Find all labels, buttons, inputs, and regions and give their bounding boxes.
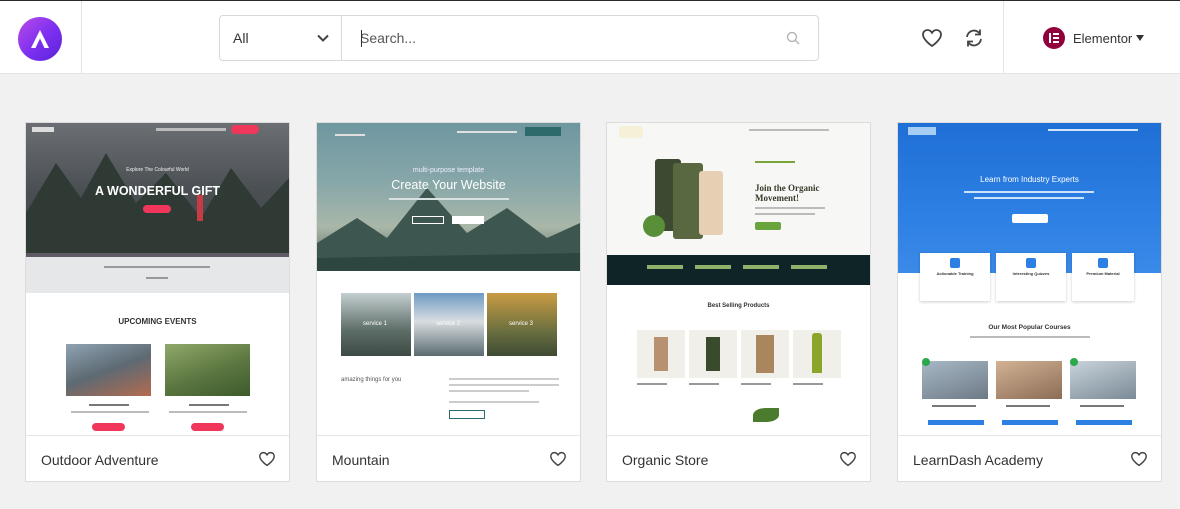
preview-headline: Create Your Website xyxy=(391,178,506,192)
preview-feature-title: Premium Material xyxy=(1086,271,1120,276)
preview-headline: Learn from Industry Experts xyxy=(980,175,1079,184)
template-title[interactable]: LearnDash Academy xyxy=(913,452,1043,468)
heart-icon[interactable] xyxy=(258,451,276,467)
template-card-organic-store[interactable]: Join the Organic Movement! Best Selling … xyxy=(606,122,871,482)
sync-icon[interactable] xyxy=(963,27,985,49)
preview-tile-label: service 1 xyxy=(363,321,388,327)
astra-logo-icon[interactable] xyxy=(18,17,62,61)
preview-feature-title: Interesting Quizzes xyxy=(1012,271,1050,276)
template-preview[interactable]: Explore The Colourful World A WONDERFUL … xyxy=(26,123,289,435)
template-preview[interactable]: Join the Organic Movement! Best Selling … xyxy=(607,123,870,435)
template-title[interactable]: Organic Store xyxy=(622,452,708,468)
preview-section-title: Best Selling Products xyxy=(707,303,770,309)
preview-headline: A WONDERFUL GIFT xyxy=(95,184,220,198)
header-divider xyxy=(1003,1,1004,74)
heart-icon[interactable] xyxy=(839,451,857,467)
category-select[interactable]: All xyxy=(220,16,342,60)
preview-feature-title: Actionable Training xyxy=(936,271,974,276)
logo-area xyxy=(0,1,82,74)
card-footer: Organic Store xyxy=(607,435,870,481)
preview-section-title: UPCOMING EVENTS xyxy=(118,317,197,326)
caret-down-icon xyxy=(1136,35,1144,41)
category-select-value: All xyxy=(233,30,249,46)
elementor-icon xyxy=(1043,27,1065,49)
template-card-outdoor-adventure[interactable]: Explore The Colourful World A WONDERFUL … xyxy=(25,122,290,482)
search-bar: All xyxy=(219,15,819,61)
preview-section-title: Our Most Popular Courses xyxy=(988,324,1071,331)
search-input[interactable] xyxy=(350,26,770,50)
favorites-heart-icon[interactable] xyxy=(921,28,943,48)
preview-headline: Join the Organic Movement! xyxy=(755,183,820,203)
preview-tagline: Explore The Colourful World xyxy=(126,167,189,173)
heart-icon[interactable] xyxy=(1130,451,1148,467)
preview-tile-label: service 3 xyxy=(509,321,534,327)
preview-tagline: multi-purpose template xyxy=(412,167,485,174)
page-builder-label: Elementor xyxy=(1073,31,1133,46)
template-preview[interactable]: multi-purpose template Create Your Websi… xyxy=(317,123,580,435)
heart-icon[interactable] xyxy=(549,451,567,467)
card-footer: Mountain xyxy=(317,435,580,481)
top-bar: All Elementor xyxy=(0,0,1180,74)
card-footer: Outdoor Adventure xyxy=(26,435,289,481)
template-card-learndash-academy[interactable]: Learn from Industry Experts Actionable T… xyxy=(897,122,1162,482)
preview-section-title: amazing things for you xyxy=(341,377,402,383)
template-title[interactable]: Mountain xyxy=(332,452,390,468)
template-preview[interactable]: Learn from Industry Experts Actionable T… xyxy=(898,123,1161,435)
chevron-down-icon xyxy=(317,34,329,42)
card-footer: LearnDash Academy xyxy=(898,435,1161,481)
search-icon[interactable] xyxy=(786,31,801,46)
text-cursor xyxy=(361,30,362,47)
template-card-mountain[interactable]: multi-purpose template Create Your Websi… xyxy=(316,122,581,482)
template-title[interactable]: Outdoor Adventure xyxy=(41,452,159,468)
preview-tile-label: service 2 xyxy=(436,321,461,327)
